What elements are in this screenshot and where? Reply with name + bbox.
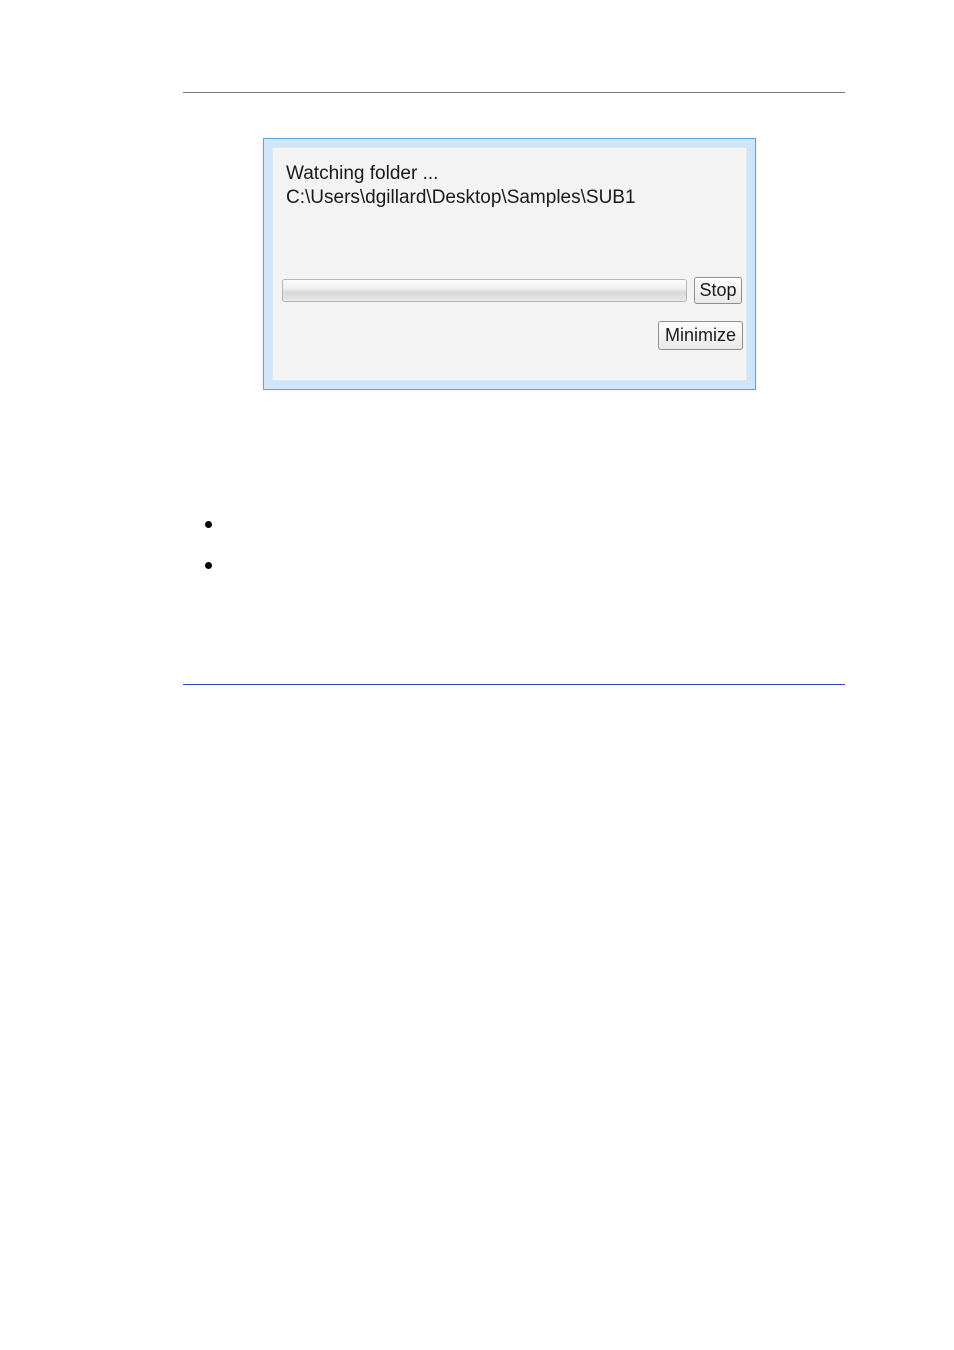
progress-bar bbox=[282, 279, 687, 302]
status-text-block: Watching folder ... C:\Users\dgillard\De… bbox=[286, 162, 733, 210]
minimize-button[interactable]: Minimize bbox=[658, 321, 743, 350]
horizontal-rule-blue bbox=[183, 684, 845, 685]
watch-folder-dialog: Watching folder ... C:\Users\dgillard\De… bbox=[263, 138, 756, 390]
bullet-icon bbox=[205, 521, 212, 528]
stop-button[interactable]: Stop bbox=[694, 277, 742, 304]
status-line-1: Watching folder ... bbox=[286, 162, 733, 186]
horizontal-rule-top bbox=[183, 92, 845, 93]
bullet-icon bbox=[205, 562, 212, 569]
status-line-2: C:\Users\dgillard\Desktop\Samples\SUB1 bbox=[286, 186, 733, 210]
dialog-client-area: Watching folder ... C:\Users\dgillard\De… bbox=[273, 148, 746, 380]
